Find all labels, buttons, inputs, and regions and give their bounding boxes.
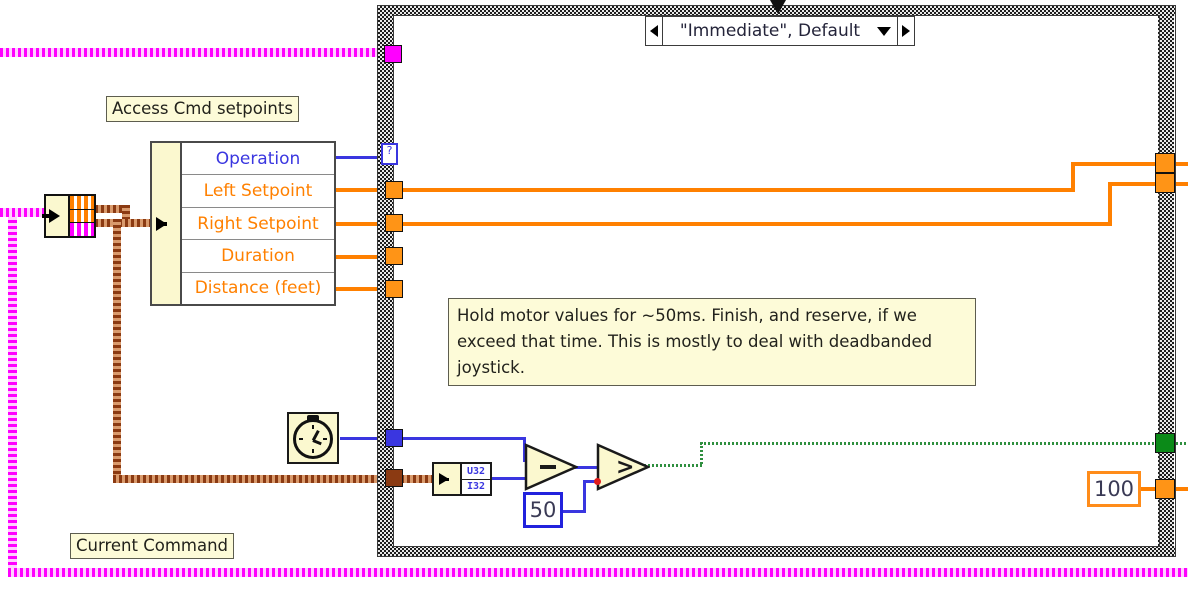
wire-conv-to-subtract bbox=[492, 477, 526, 480]
unbundle-input-terminal[interactable] bbox=[152, 143, 182, 304]
wire-cluster-magenta-bottom bbox=[8, 568, 1188, 577]
tunnel-cluster-brown[interactable] bbox=[385, 469, 403, 487]
case-border-right[interactable] bbox=[1158, 6, 1174, 556]
case-inner-outline bbox=[393, 15, 1160, 547]
conversion-input-terminal[interactable] bbox=[434, 464, 462, 494]
clock-tick-6 bbox=[312, 449, 314, 453]
case-selector-input-arrow-icon bbox=[770, 0, 786, 14]
unbundle-by-name-node[interactable]: Operation Left Setpoint Right Setpoint D… bbox=[150, 141, 336, 306]
clock-crown bbox=[307, 415, 319, 420]
case-outline bbox=[377, 5, 1176, 557]
subtract-function-node[interactable] bbox=[524, 443, 578, 491]
conversion-type-cells: U32 I32 bbox=[462, 464, 490, 494]
case-next-button[interactable] bbox=[897, 17, 914, 45]
clock-tick-9 bbox=[299, 438, 303, 440]
case-selector-terminal[interactable]: ? bbox=[381, 143, 398, 165]
clock-tick-3 bbox=[323, 438, 327, 440]
unbundle-field-left-setpoint[interactable]: Left Setpoint bbox=[182, 175, 334, 207]
cluster-glyph-orange-2 bbox=[70, 210, 94, 224]
conversion-type-to: I32 bbox=[462, 480, 490, 495]
block-diagram-canvas: "Immediate", Default ? Operation bbox=[0, 0, 1188, 594]
wire-cluster-magenta-top bbox=[0, 48, 392, 57]
conversion-type-from: U32 bbox=[462, 464, 490, 480]
constant-hold-ms[interactable]: 50 bbox=[523, 492, 563, 528]
tunnel-cluster-in[interactable] bbox=[384, 45, 402, 63]
right-arrow-icon bbox=[49, 209, 60, 223]
left-triangle-icon bbox=[650, 25, 658, 37]
cluster-node-arrow-area bbox=[46, 196, 68, 236]
wire-setpoint-rise-b bbox=[1108, 182, 1112, 226]
tunnel-timer[interactable] bbox=[385, 429, 403, 447]
unbundle-field-operation[interactable]: Operation bbox=[182, 143, 334, 175]
clock-tick-12 bbox=[312, 425, 314, 429]
label-access-cmd-setpoints[interactable]: Access Cmd setpoints bbox=[106, 96, 299, 122]
cluster-glyph-magenta bbox=[70, 223, 94, 236]
wire-const50-b bbox=[583, 480, 586, 513]
tunnel-out-loop-ms[interactable] bbox=[1155, 479, 1175, 499]
arrow-tail bbox=[42, 214, 50, 218]
cluster-terminal-node[interactable] bbox=[44, 194, 96, 238]
coercion-dot bbox=[594, 478, 601, 485]
unbundle-field-right-setpoint[interactable]: Right Setpoint bbox=[182, 208, 334, 240]
wire-boolean-green bbox=[700, 442, 1162, 445]
case-selector-label: "Immediate", Default bbox=[663, 17, 877, 45]
wire-boolean-green-riser bbox=[700, 442, 703, 466]
comment-hold-motor-values[interactable]: Hold motor values for ~50ms. Finish, and… bbox=[448, 298, 976, 386]
right-arrow-icon bbox=[439, 473, 449, 485]
case-border-bottom bbox=[378, 546, 1176, 556]
wire-setpoint-top-b bbox=[1108, 182, 1161, 186]
clock-icon bbox=[293, 419, 333, 459]
case-selector[interactable]: "Immediate", Default bbox=[645, 16, 915, 46]
cluster-node-glyphs bbox=[68, 196, 94, 236]
label-current-command[interactable]: Current Command bbox=[70, 533, 234, 559]
tunnel-left-setpoint[interactable] bbox=[385, 181, 403, 199]
tunnel-out-setpoint-a[interactable] bbox=[1155, 153, 1175, 173]
to-long-integer-node[interactable]: U32 I32 bbox=[432, 462, 492, 496]
clock-hand-hour bbox=[313, 439, 322, 445]
tunnel-out-setpoint-b[interactable] bbox=[1155, 173, 1175, 193]
wire-cluster-brown-down bbox=[113, 219, 121, 479]
greater-than-function-node[interactable]: > bbox=[596, 443, 650, 491]
right-triangle-icon bbox=[902, 25, 910, 37]
wire-setpoint-run-b bbox=[400, 222, 1112, 226]
tick-count-ms-node[interactable] bbox=[287, 412, 339, 464]
wire-setpoint-run-a bbox=[400, 188, 1075, 192]
tunnel-out-boolean[interactable] bbox=[1155, 433, 1175, 453]
tunnel-distance[interactable] bbox=[385, 280, 403, 298]
chevron-down-icon[interactable] bbox=[877, 27, 891, 36]
wire-setpoint-top-a bbox=[1071, 162, 1161, 166]
unbundle-field-list: Operation Left Setpoint Right Setpoint D… bbox=[182, 143, 334, 304]
right-arrow-icon bbox=[156, 217, 167, 231]
unbundle-field-duration[interactable]: Duration bbox=[182, 240, 334, 272]
tunnel-right-setpoint[interactable] bbox=[385, 214, 403, 232]
tunnel-duration[interactable] bbox=[385, 247, 403, 265]
wire-setpoint-rise-a bbox=[1071, 162, 1075, 192]
wire-cluster-magenta-left bbox=[8, 208, 17, 573]
cluster-glyph-orange-1 bbox=[70, 196, 94, 210]
wire-tunnel-to-subtract bbox=[400, 437, 525, 440]
constant-loop-ms[interactable]: 100 bbox=[1087, 471, 1141, 507]
case-prev-button[interactable] bbox=[646, 17, 663, 45]
unbundle-field-distance[interactable]: Distance (feet) bbox=[182, 273, 334, 304]
svg-text:>: > bbox=[616, 455, 634, 480]
